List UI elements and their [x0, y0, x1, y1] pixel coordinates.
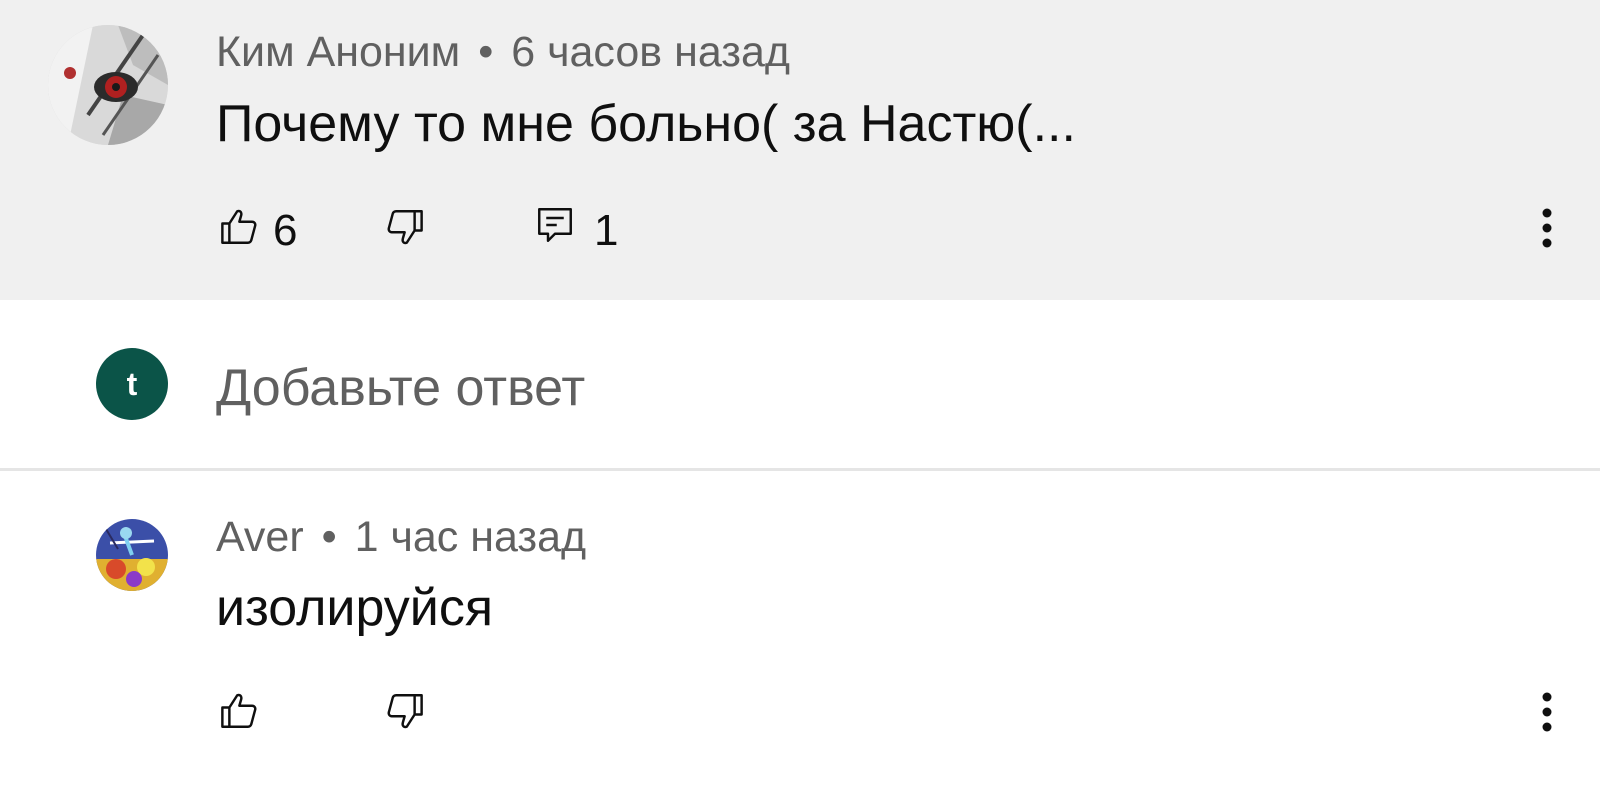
thumb-down-icon[interactable] — [384, 206, 426, 248]
highlighted-comment: Ким Аноним • 6 часов назад Почему то мне… — [0, 0, 1600, 300]
reply-count: 1 — [594, 206, 619, 255]
avatar-letter: t — [126, 365, 138, 402]
reply-time: 1 час назад — [354, 513, 587, 561]
add-reply-input[interactable]: Добавьте ответ — [216, 358, 585, 418]
comment-text: Почему то мне больно( за Настю(... — [216, 95, 1076, 153]
thumb-up-icon[interactable] — [218, 206, 260, 248]
like-count: 6 — [273, 206, 298, 255]
author-avatar[interactable] — [48, 25, 168, 145]
reply-author-avatar[interactable] — [96, 519, 168, 591]
thumb-up-icon[interactable] — [218, 690, 260, 732]
cartoon-avatar-icon — [96, 519, 168, 591]
anime-eye-avatar-icon — [48, 25, 168, 145]
current-user-avatar[interactable]: t — [96, 348, 168, 420]
author-name[interactable]: Ким Аноним — [216, 28, 460, 76]
more-vert-icon[interactable] — [1541, 692, 1553, 732]
reply-text: изолируйся — [216, 579, 494, 637]
meta-separator: • — [478, 28, 494, 76]
reply-author-name[interactable]: Aver — [216, 513, 304, 561]
divider — [0, 468, 1600, 471]
more-vert-icon[interactable] — [1541, 208, 1553, 248]
thumb-down-icon[interactable] — [384, 690, 426, 732]
comment-icon[interactable] — [534, 204, 576, 246]
meta-separator: • — [321, 513, 337, 561]
comment-meta: Ким Аноним • 6 часов назад — [216, 28, 790, 77]
reply-meta: Aver • 1 час назад — [216, 513, 586, 562]
comment-time: 6 часов назад — [511, 28, 790, 76]
